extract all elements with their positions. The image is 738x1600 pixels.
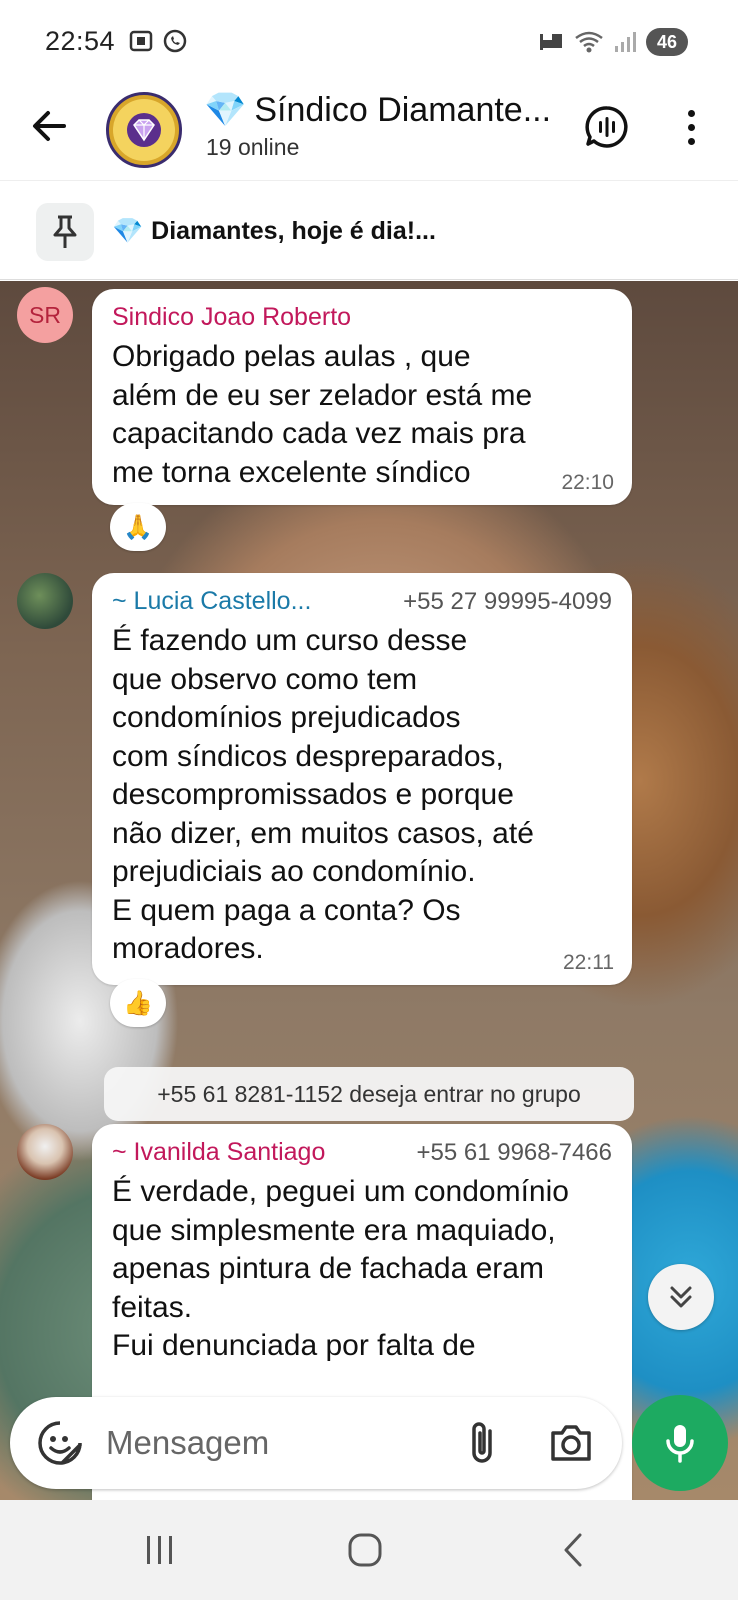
double-chevron-down-icon [670,1286,692,1308]
dot-icon [687,109,695,117]
sender-row: Sindico Joao Roberto [112,303,612,332]
avatar-initials: SR [29,301,61,328]
home-icon [348,1533,382,1567]
message-text: É verdade, peguei um condomínio que simp… [112,1175,569,1362]
avatar[interactable]: SR [17,287,73,343]
message-bubble[interactable]: Sindico Joao Roberto Obrigado pelas aula… [92,289,632,505]
pinned-message-text: Diamantes, hoje é dia!... [151,217,436,245]
home-button[interactable] [340,1530,390,1570]
status-time: 22:54 [45,26,116,56]
status-icons-left [128,28,188,54]
sender-name[interactable]: Sindico Joao Roberto [112,303,351,332]
sender-row: ~ Lucia Castello... +55 27 99995-4099 [112,587,612,616]
sender-phone: +55 61 9968-7466 [416,1139,612,1166]
pin-icon-box [36,203,94,261]
microphone-icon [666,1425,694,1463]
microphone-button[interactable] [632,1395,728,1491]
group-name: Síndico Diamante... [254,90,552,129]
attach-button[interactable] [460,1417,506,1469]
diamond-logo-icon [127,113,161,147]
message-bubble[interactable]: ~ Lucia Castello... +55 27 99995-4099 É … [92,573,632,985]
camera-icon [551,1425,591,1461]
diamond-emoji: 💎 [204,91,247,129]
sender-row: ~ Ivanilda Santiago +55 61 9968-7466 [112,1138,612,1167]
sender-name[interactable]: ~ Ivanilda Santiago [112,1138,325,1167]
dot-icon [687,137,695,145]
back-nav-button[interactable] [548,1530,598,1570]
whatsapp-icon [163,29,187,53]
pinned-text: 💎 Diamantes, hoje é dia!... [112,217,436,246]
status-bar: 22:54 46 [0,0,738,84]
sender-name[interactable]: ~ Lucia Castello... [112,587,311,616]
message-reaction[interactable]: 👍 [110,979,166,1027]
sticker-button[interactable] [36,1419,84,1467]
message-reaction[interactable]: 🙏 [110,503,166,551]
recent-apps-button[interactable] [134,1530,184,1570]
screenshot-icon [129,30,153,52]
avatar[interactable] [17,573,73,629]
back-button[interactable] [28,104,72,148]
message-input[interactable] [106,1423,436,1463]
status-icons-right: 46 [538,28,688,56]
paperclip-icon [472,1422,492,1463]
group-avatar-emblem [113,99,175,161]
pinned-message-bar[interactable]: 💎 Diamantes, hoje é dia!... [0,180,738,280]
system-message: +55 61 8281-1152 deseja entrar no grupo [104,1067,634,1121]
message-composer [10,1397,622,1489]
wifi-icon [575,31,603,53]
message-time: 22:10 [561,471,614,494]
system-nav-bar [0,1500,738,1600]
chevron-left-icon [564,1533,582,1567]
group-avatar[interactable] [106,92,182,168]
diamond-emoji: 💎 [112,217,144,245]
scroll-down-button[interactable] [648,1264,714,1330]
message-text: Obrigado pelas aulas , que além de eu se… [112,340,533,489]
message-time: 22:11 [563,951,614,974]
sender-phone: +55 27 99995-4099 [403,588,612,615]
signal-icon [615,32,636,52]
chat-header: 💎 Síndico Diamante... 19 online [0,84,738,180]
battery-indicator: 46 [646,28,688,56]
recent-apps-icon [147,1536,172,1564]
sticker-icon [38,1421,82,1465]
dot-icon [687,123,695,131]
chat-area[interactable]: SR Sindico Joao Roberto Obrigado pelas a… [0,281,738,1500]
arrow-left-icon [33,111,66,141]
avatar[interactable] [17,1124,73,1180]
message-text: É fazendo um curso desse que observo com… [112,624,534,965]
more-options-button[interactable] [676,104,706,150]
voice-chat-icon [585,106,628,148]
online-count: 19 online [206,134,300,160]
voice-chat-button[interactable] [584,104,630,150]
pin-icon [53,215,77,248]
group-title[interactable]: 💎 Síndico Diamante... [204,90,551,130]
sleep-mode-icon [540,34,562,50]
camera-button[interactable] [548,1421,594,1465]
